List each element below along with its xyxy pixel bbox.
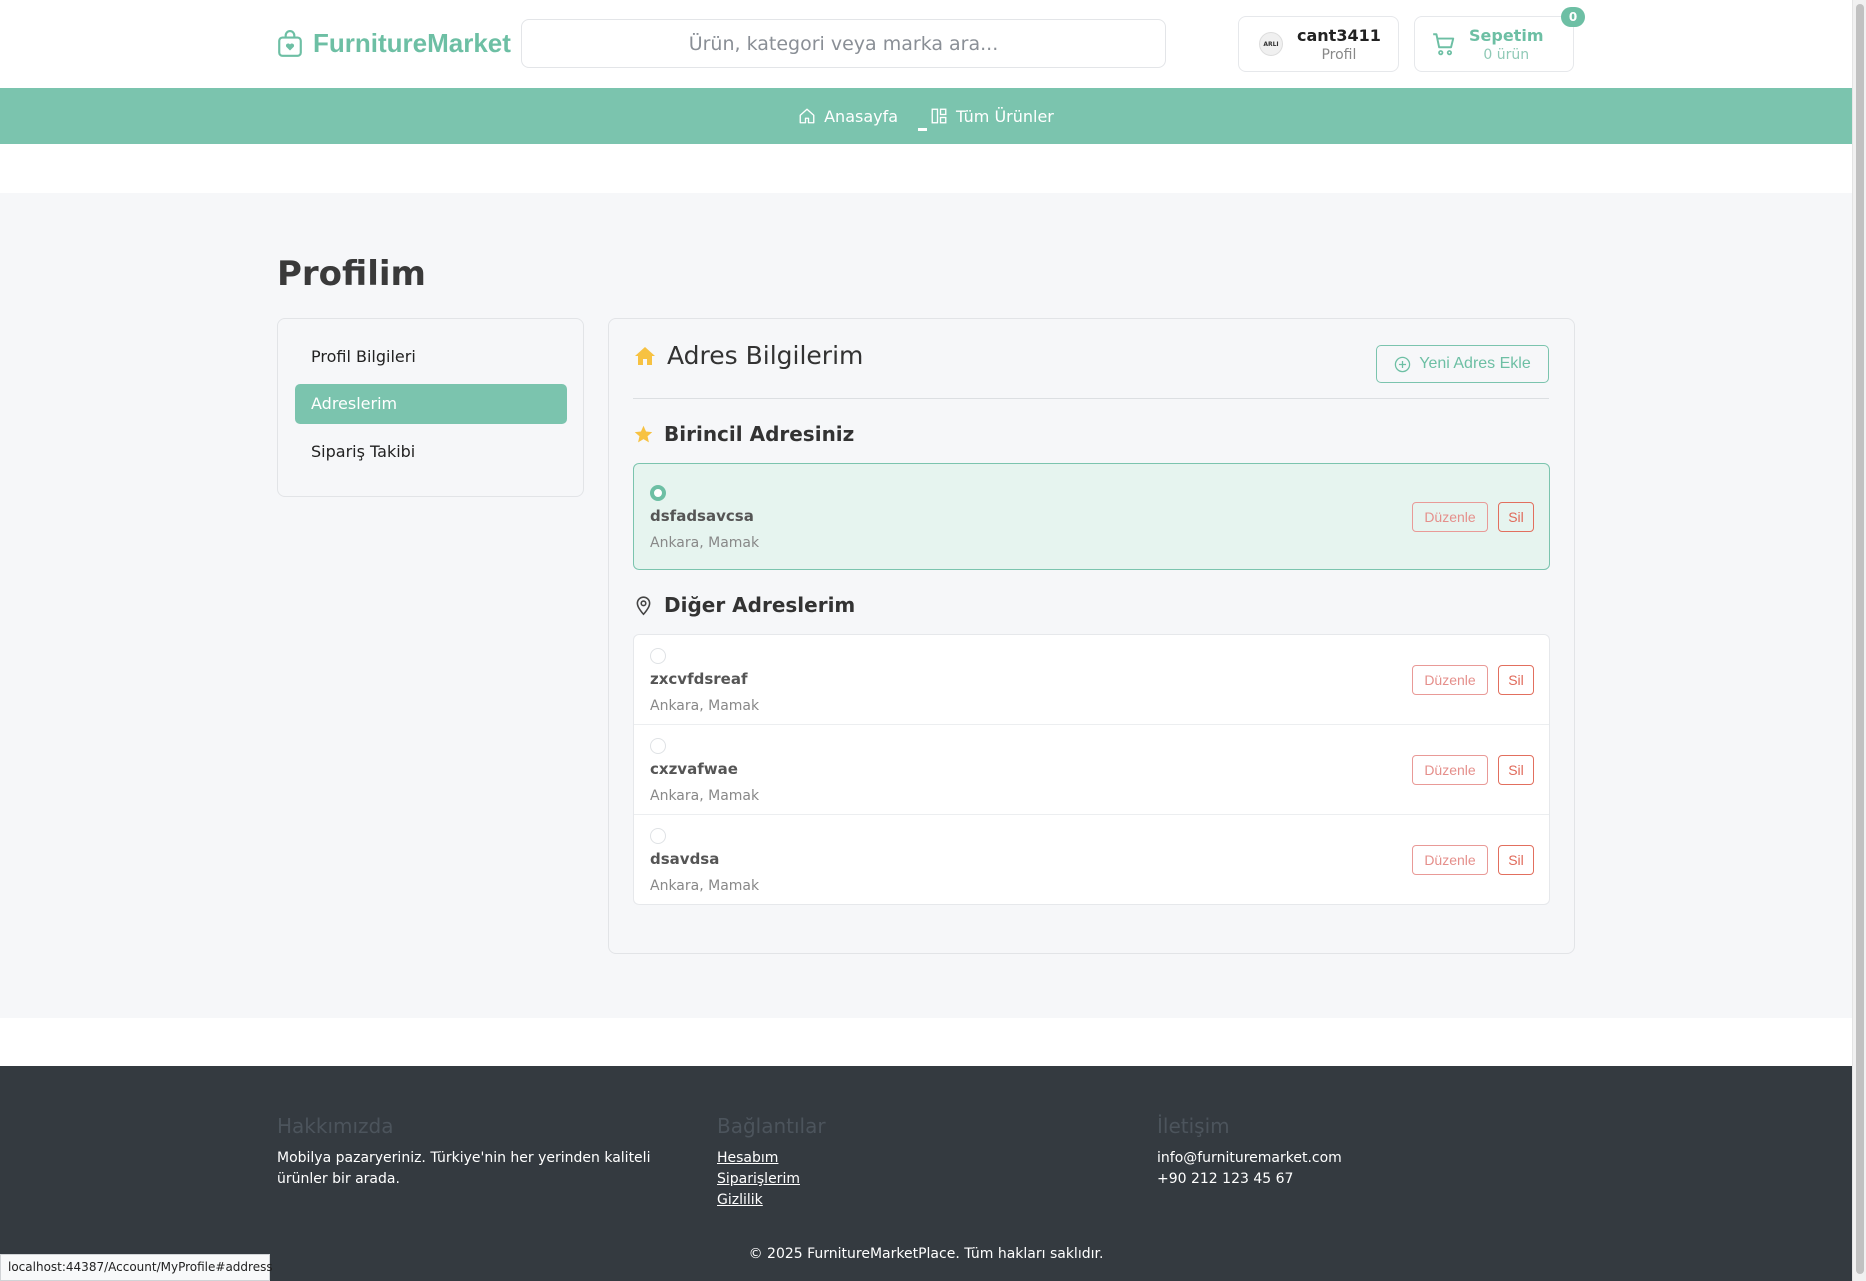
delete-address-button[interactable]: Sil xyxy=(1498,845,1534,875)
cart-icon xyxy=(1433,33,1455,56)
nav-item-all-products[interactable]: Tüm Ürünler xyxy=(930,107,1054,126)
list-item: zxcvfdsreaf Ankara, Mamak Düzenle Sil xyxy=(634,635,1549,725)
address-name: cxzvafwae xyxy=(650,760,738,778)
nav-item-home[interactable]: Anasayfa xyxy=(798,107,898,126)
primary-address-card: dsfadsavcsa Ankara, Mamak Düzenle Sil xyxy=(633,463,1550,570)
sidebar-item-profile-info[interactable]: Profil Bilgileri xyxy=(295,337,567,377)
add-address-button[interactable]: Yeni Adres Ekle xyxy=(1376,345,1549,383)
address-section-title: Adres Bilgilerim xyxy=(633,341,863,370)
address-name: dsavdsa xyxy=(650,850,720,868)
address-location: Ankara, Mamak xyxy=(650,535,760,551)
cart-title: Sepetim xyxy=(1469,25,1544,45)
sidebar-item-order-tracking[interactable]: Sipariş Takibi xyxy=(295,432,567,472)
nav-label: Tüm Ürünler xyxy=(956,106,1054,126)
address-panel: Adres Bilgilerim Yeni Adres Ekle Birinci… xyxy=(608,318,1575,954)
footer-links: Bağlantılar Hesabım Siparişlerim Gizlili… xyxy=(717,1114,826,1211)
edit-address-button[interactable]: Düzenle xyxy=(1412,845,1488,875)
shopping-bag-icon xyxy=(278,29,302,57)
edit-address-button[interactable]: Düzenle xyxy=(1412,502,1488,532)
edit-address-button[interactable]: Düzenle xyxy=(1412,665,1488,695)
sidebar-item-addresses[interactable]: Adreslerim xyxy=(295,384,567,424)
primary-address-heading: Birincil Adresiniz xyxy=(633,422,854,446)
home-icon xyxy=(799,108,815,124)
logo-text: FurnitureMarket xyxy=(313,28,511,58)
page-title: Profilim xyxy=(277,254,426,294)
primary-address-radio[interactable] xyxy=(650,485,666,501)
address-radio[interactable] xyxy=(650,738,666,754)
cart-badge: 0 xyxy=(1561,7,1585,27)
user-profile-button[interactable]: ARLI cant3411 Profil xyxy=(1238,16,1399,72)
delete-address-button[interactable]: Sil xyxy=(1498,665,1534,695)
plus-circle-icon xyxy=(1395,356,1411,372)
map-pin-icon xyxy=(636,595,651,615)
other-address-list: zxcvfdsreaf Ankara, Mamak Düzenle Sil cx… xyxy=(633,634,1550,905)
address-radio[interactable] xyxy=(650,648,666,664)
search-input[interactable] xyxy=(521,19,1166,68)
footer-link-orders[interactable]: Siparişlerim xyxy=(717,1169,826,1190)
footer-about-text: Mobilya pazaryeriniz. Türkiye'nin her ye… xyxy=(277,1150,651,1187)
footer-email: info@furnituremarket.com xyxy=(1157,1150,1342,1166)
scrollbar-thumb[interactable] xyxy=(1856,4,1864,1274)
profile-sidebar: Profil Bilgileri Adreslerim Sipariş Taki… xyxy=(277,318,584,497)
other-addresses-heading: Diğer Adreslerim xyxy=(633,593,855,617)
delete-address-button[interactable]: Sil xyxy=(1498,755,1534,785)
footer-links-title: Bağlantılar xyxy=(717,1114,826,1138)
header: FurnitureMarket ARLI cant3411 Profil Sep… xyxy=(0,0,1852,88)
logo[interactable]: FurnitureMarket xyxy=(277,28,511,59)
scrollbar[interactable] xyxy=(1852,0,1866,1281)
user-sub: Profil xyxy=(1321,46,1357,63)
primary-heading-text: Birincil Adresiniz xyxy=(664,422,855,446)
footer: Hakkımızda Mobilya pazaryeriniz. Türkiye… xyxy=(0,1066,1852,1281)
user-name: cant3411 xyxy=(1297,25,1381,45)
cart-count-text: 0 ürün xyxy=(1483,46,1530,63)
footer-link-account[interactable]: Hesabım xyxy=(717,1148,826,1169)
add-address-label: Yeni Adres Ekle xyxy=(1419,355,1531,372)
footer-link-privacy[interactable]: Gizlilik xyxy=(717,1190,826,1211)
footer-contact-title: İletişim xyxy=(1157,1114,1230,1138)
address-title-text: Adres Bilgilerim xyxy=(667,341,864,370)
avatar: ARLI xyxy=(1259,32,1283,56)
address-name: dsfadsavcsa xyxy=(650,507,754,525)
address-radio[interactable] xyxy=(650,828,666,844)
star-icon xyxy=(634,425,653,442)
copyright: © 2025 FurnitureMarketPlace. Tüm hakları… xyxy=(748,1246,1104,1262)
divider xyxy=(633,398,1549,399)
browser-status-bar: localhost:44387/Account/MyProfile#addres… xyxy=(0,1254,273,1281)
grid-icon xyxy=(931,108,947,124)
nav-indicator xyxy=(918,128,927,131)
address-location: Ankara, Mamak xyxy=(650,878,760,894)
edit-address-button[interactable]: Düzenle xyxy=(1412,755,1488,785)
list-item: cxzvafwae Ankara, Mamak Düzenle Sil xyxy=(634,725,1549,815)
footer-about: Hakkımızda Mobilya pazaryeriniz. Türkiye… xyxy=(277,1114,677,1190)
footer-phone: +90 212 123 45 67 xyxy=(1157,1171,1294,1187)
footer-about-title: Hakkımızda xyxy=(277,1114,394,1138)
other-heading-text: Diğer Adreslerim xyxy=(664,593,856,617)
list-item: dsavdsa Ankara, Mamak Düzenle Sil xyxy=(634,815,1549,905)
delete-address-button[interactable]: Sil xyxy=(1498,502,1534,532)
address-location: Ankara, Mamak xyxy=(650,698,760,714)
address-name: zxcvfdsreaf xyxy=(650,670,748,688)
address-location: Ankara, Mamak xyxy=(650,788,760,804)
house-icon xyxy=(635,346,655,365)
cart-button[interactable]: Sepetim 0 ürün xyxy=(1414,16,1574,72)
main-nav: Anasayfa Tüm Ürünler xyxy=(0,88,1852,144)
footer-contact: İletişim info@furnituremarket.com +90 21… xyxy=(1157,1114,1557,1190)
nav-label: Anasayfa xyxy=(824,106,899,126)
